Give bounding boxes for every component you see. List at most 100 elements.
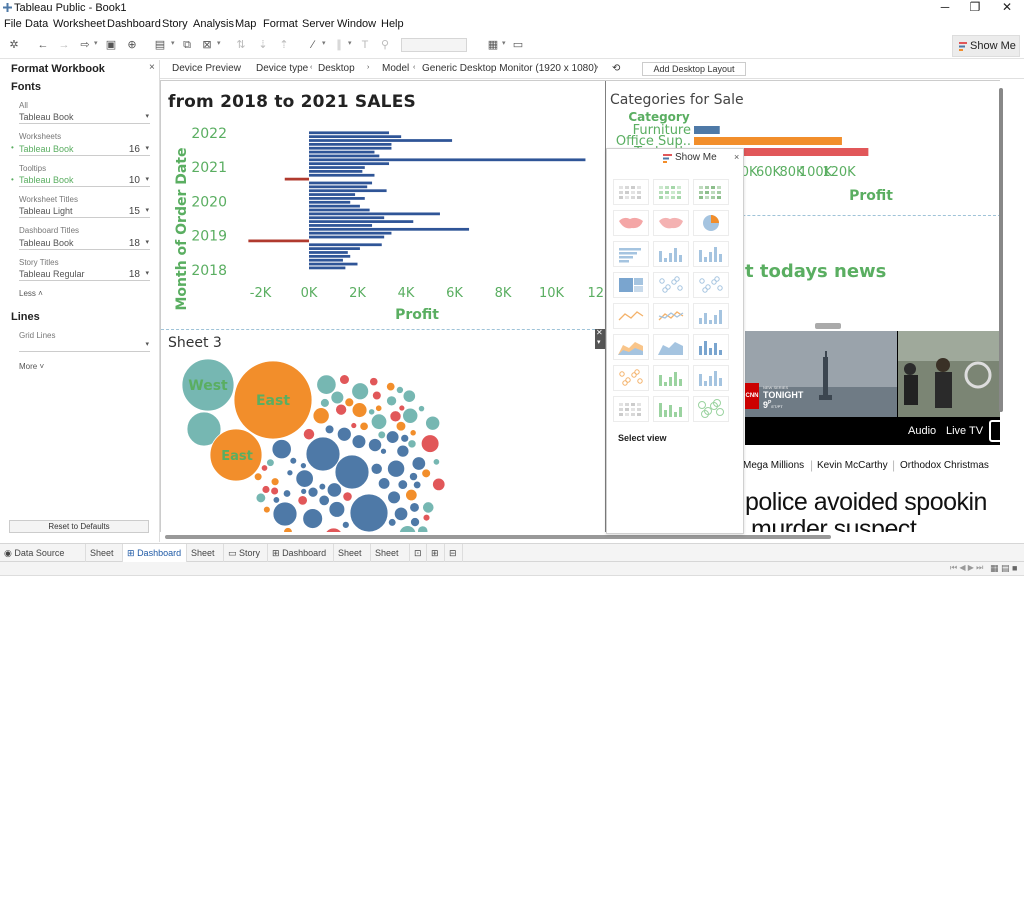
vertical-scrollbar[interactable] [999,88,1003,412]
chart-type-discarea-icon[interactable] [653,334,689,360]
sales-bar[interactable] [309,139,453,142]
sales-bar[interactable] [309,262,358,266]
tableau-icon[interactable]: ✲ [7,38,21,52]
bubble-mark[interactable] [380,447,387,455]
view-mode-icons[interactable]: ▦ ▤ ■ [990,563,1017,574]
chart-type-circle-icon[interactable] [653,272,689,298]
pin-icon[interactable]: ⚲ [378,38,392,52]
chart-type-line-icon[interactable] [613,303,649,329]
sales-bar[interactable] [309,131,390,135]
menu-map[interactable]: Map [235,18,256,30]
sales-bar[interactable] [309,220,414,223]
bubble-mark[interactable] [326,482,343,498]
sales-bar-chart[interactable]: Month of Order Date 2022 2021 2020 2019 2018… [161,121,607,331]
sales-bar[interactable] [309,243,382,247]
new-story-tab-icon[interactable]: ⊟ [445,544,463,562]
tab-dashboard-1[interactable]: ⊞ Dashboard 1 [123,544,187,576]
bubble-mark[interactable] [328,501,346,518]
bubble-mark[interactable] [393,506,409,522]
bubble-mark[interactable] [318,482,327,491]
bubble-mark[interactable] [307,486,319,498]
tab-sheet-2[interactable]: Sheet 2 [187,544,224,576]
bubble-mark[interactable] [432,477,446,492]
sales-bar[interactable] [309,197,365,200]
bubble-mark[interactable] [324,527,343,532]
menu-window[interactable]: Window [337,18,376,30]
tab-sheet-3[interactable]: Sheet 3 [334,544,371,576]
bubble-mark[interactable] [372,390,382,401]
grid-lines-dropdown[interactable]: ▾ [19,340,150,352]
bubble-mark[interactable] [297,495,308,506]
bubble-mark[interactable] [349,493,389,532]
new-worksheet-icon[interactable]: ▤ [153,38,167,52]
tooltips-font-dropdown[interactable]: Tableau Book 10 ▾ [19,175,150,187]
sales-bar[interactable] [309,146,392,150]
bubble-mark[interactable] [377,430,387,440]
fit-dropdown[interactable] [401,38,467,52]
device-type-next-icon[interactable]: › [367,64,369,71]
replay-icon[interactable]: ⇨ [78,38,92,52]
menu-format[interactable]: Format [263,18,298,30]
clear-caret-icon[interactable]: ▾ [217,39,221,47]
add-desktop-layout-button[interactable]: Add Desktop Layout [642,62,746,76]
live-tv-link[interactable]: Live TV [946,425,983,437]
bubble-mark[interactable] [387,490,401,505]
highlight-caret-icon[interactable]: ▾ [322,39,326,47]
chart-type-heat-icon[interactable] [653,179,689,205]
sales-bar[interactable] [309,170,363,173]
bubble-mark[interactable] [286,469,294,477]
replay-caret-icon[interactable]: ▾ [94,39,98,47]
container-menu-icon[interactable]: ▾ [597,338,601,346]
remove-container-icon[interactable]: ✕ [596,328,603,337]
model-value[interactable]: Generic Desktop Monitor (1920 x 1080) [422,63,597,74]
show-me-close-icon[interactable]: × [734,152,739,162]
bubble-mark[interactable] [375,404,383,412]
tab-sheet-4[interactable]: Sheet 4 [371,544,410,576]
news-photo[interactable] [898,331,1000,417]
reset-to-defaults-button[interactable]: Reset to Defaults [9,520,149,533]
chart-type-filledmap-icon[interactable] [653,210,689,236]
bubble-mark[interactable] [334,454,370,490]
label-icon[interactable]: T [358,38,372,52]
bubble-mark[interactable] [369,377,379,387]
bubble-mark[interactable] [312,407,330,425]
bubble-mark[interactable] [272,501,298,527]
bubble-mark[interactable] [396,444,410,458]
sales-bar[interactable] [309,154,380,158]
horizontal-scrollbar[interactable] [165,535,831,539]
tab-sheet-1[interactable]: Sheet 1 [86,544,123,576]
sales-bar[interactable] [309,135,402,139]
new-datasource-icon[interactable]: ⊕ [125,38,139,52]
bubble-mark[interactable] [386,381,396,392]
sales-bar[interactable] [309,189,387,193]
presentation-icon[interactable]: ▭ [511,38,525,52]
menu-story[interactable]: Story [162,18,188,30]
bubble-mark[interactable] [387,518,397,527]
bubble-mark[interactable] [407,439,417,449]
format-pane-close-icon[interactable]: × [149,62,155,73]
trending-link[interactable]: Orthodox Christmas [900,460,989,471]
bubble-mark[interactable] [270,477,280,487]
more-link[interactable]: More ˅ [19,362,44,371]
model-next-icon[interactable]: › [596,64,598,71]
chart-type-scatter-icon[interactable] [613,365,649,391]
container-handle[interactable]: ✕ ▾ [595,328,605,349]
menu-dashboard[interactable]: Dashboard [107,18,161,30]
menu-worksheet[interactable]: Worksheet [53,18,105,30]
menu-analysis[interactable]: Analysis [193,18,234,30]
highlight-icon[interactable]: ∕ [306,38,320,52]
menu-server[interactable]: Server [302,18,334,30]
device-type-value[interactable]: Desktop [318,63,355,74]
bubble-mark[interactable] [350,422,358,429]
bubble-mark[interactable] [305,436,341,472]
bubble-mark[interactable] [342,491,353,502]
worksheets-font-dropdown[interactable]: Tableau Book 16 ▾ [19,144,150,156]
bubble-mark[interactable] [282,489,292,498]
redo-icon[interactable]: → [57,38,71,52]
swap-icon[interactable]: ⇅ [234,38,248,52]
show-me-button[interactable]: Show Me [952,35,1020,57]
clear-sheet-icon[interactable]: ⊠ [200,38,214,52]
bubble-mark[interactable] [261,485,271,494]
audio-link[interactable]: Audio [908,425,936,437]
web-object-grip[interactable] [815,323,841,329]
